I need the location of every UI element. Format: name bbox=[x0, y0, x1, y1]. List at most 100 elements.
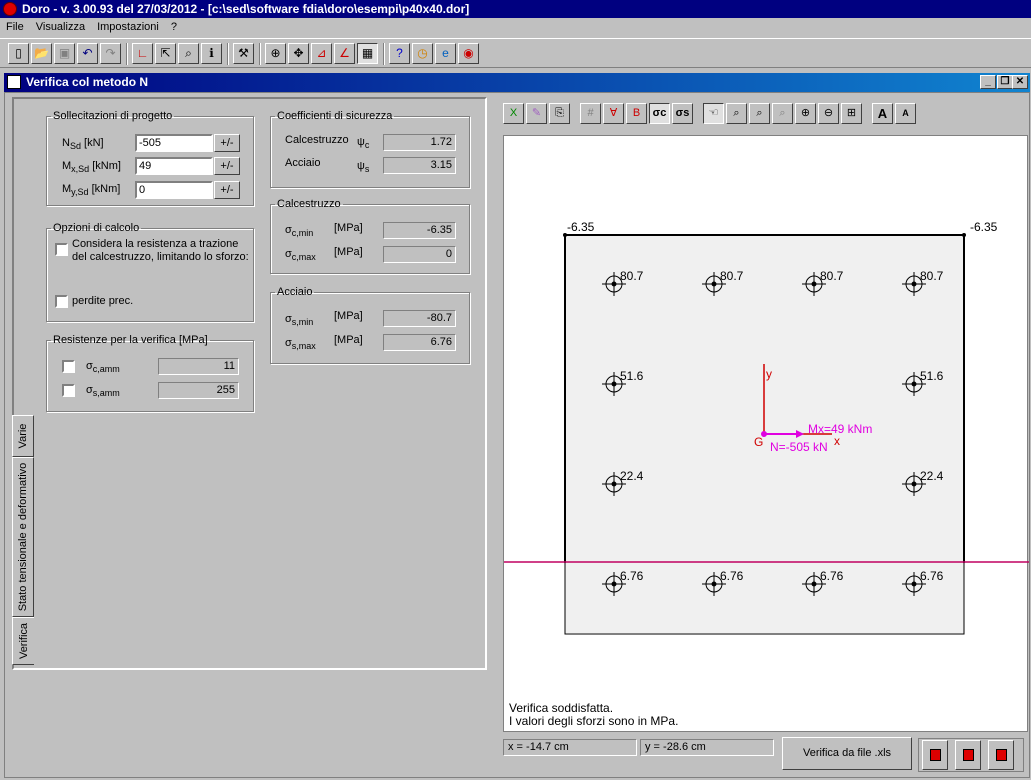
restore-button[interactable]: ❐ bbox=[997, 75, 1013, 89]
verify-from-file-button[interactable]: Verifica da file .xls bbox=[782, 737, 912, 770]
coeff-concrete-label: Calcestruzzo bbox=[285, 134, 349, 146]
sigma-s-max-label: σs,max bbox=[285, 337, 316, 352]
tab-varie[interactable]: Varie bbox=[12, 415, 34, 457]
nav-rotate-icon[interactable] bbox=[955, 740, 981, 770]
child-window-icon bbox=[7, 75, 21, 89]
child-title-bar: Verifica col metodo N _ ❐ ✕ bbox=[4, 73, 1030, 92]
cursor-y-status: y = -28.6 cm bbox=[640, 739, 774, 756]
new-file-icon[interactable]: ▯ bbox=[8, 43, 29, 64]
undo-icon[interactable]: ↶ bbox=[77, 43, 98, 64]
bars-icon[interactable]: B bbox=[626, 103, 647, 124]
minimize-button[interactable]: _ bbox=[980, 75, 996, 89]
verify-icon[interactable]: ⊿ bbox=[311, 43, 332, 64]
about-icon[interactable]: ◉ bbox=[458, 43, 479, 64]
section-icon[interactable]: ∟ bbox=[132, 43, 153, 64]
sigma-s-amm-value: 255 bbox=[158, 382, 239, 399]
steel-legend: Acciaio bbox=[277, 286, 313, 298]
corner-stress-left: -6.35 bbox=[567, 220, 595, 234]
resist-legend: Resistenze per la verifica [MPa] bbox=[53, 334, 208, 346]
loads-legend: Sollecitazioni di progetto bbox=[53, 110, 173, 122]
redo-icon[interactable]: ↷ bbox=[100, 43, 121, 64]
section-drawing: -6.35 -6.35 80.7 80.7 80.7 80.7 51.6 51.6 22.4… bbox=[504, 220, 1029, 635]
section-drawing-area[interactable]: -6.35 -6.35 80.7 80.7 80.7 80.7 51.6 51.6 22.4… bbox=[503, 135, 1029, 732]
mx-sd-sign-button[interactable]: +/- bbox=[214, 157, 240, 175]
web-icon[interactable]: e bbox=[435, 43, 456, 64]
main-toolbar: ▯ 📂 ▣ ↶ ↷ ∟ ⇱ ⌕ ℹ ⚒ ⊕ ✥ ⊿ ∠ ▦ ? ◷ e ◉ bbox=[0, 38, 1031, 68]
rebar-stress-label: 51.6 bbox=[920, 369, 944, 383]
sigma-c-amm-label: σc,amm bbox=[86, 360, 120, 375]
tools-icon[interactable]: ⚒ bbox=[233, 43, 254, 64]
sigma-s-max-unit: [MPa] bbox=[334, 334, 363, 346]
n-sd-input[interactable]: -505 bbox=[135, 134, 213, 152]
check-n-icon[interactable]: ▦ bbox=[357, 43, 378, 64]
clock-icon[interactable]: ◷ bbox=[412, 43, 433, 64]
excel-icon[interactable]: X bbox=[503, 103, 524, 124]
close-button[interactable]: ✕ bbox=[1012, 75, 1028, 89]
coeff-steel-label: Acciaio bbox=[285, 157, 321, 169]
menu-visualizza[interactable]: Visualizza bbox=[30, 18, 91, 37]
sigma-c-icon[interactable]: σc bbox=[649, 103, 670, 124]
tensile-strength-label-2: del calcestruzzo, limitando lo sforzo: bbox=[72, 251, 249, 263]
tab-stato-tensionale[interactable]: Stato tensionale e deformativo bbox=[12, 457, 34, 617]
safety-coeff-legend: Coefficienti di sicurezza bbox=[277, 110, 393, 122]
loads-icon[interactable]: ✥ bbox=[288, 43, 309, 64]
copy-icon[interactable]: ⎘ bbox=[549, 103, 570, 124]
zoom-in-icon[interactable]: ⊕ bbox=[795, 103, 816, 124]
save-icon[interactable]: ▣ bbox=[54, 43, 75, 64]
centroid-label: G bbox=[754, 435, 763, 449]
rebar-stress-label: 80.7 bbox=[720, 269, 744, 283]
select-icon[interactable]: ⇱ bbox=[155, 43, 176, 64]
menu-help[interactable]: ? bbox=[165, 18, 183, 37]
tensile-strength-checkbox[interactable] bbox=[55, 243, 68, 256]
rebar-stress-label: 80.7 bbox=[820, 269, 844, 283]
sigma-s-icon[interactable]: σs bbox=[672, 103, 693, 124]
diagram-icon[interactable]: ∠ bbox=[334, 43, 355, 64]
zoom-extents-icon[interactable]: ⊞ bbox=[841, 103, 862, 124]
nav-down-icon[interactable] bbox=[988, 740, 1014, 770]
moment-label: Mx=49 kNm bbox=[808, 422, 872, 436]
tab-verifica[interactable]: Verifica bbox=[12, 617, 34, 665]
geometry-icon[interactable]: ⊕ bbox=[265, 43, 286, 64]
concrete-legend: Calcestruzzo bbox=[277, 198, 341, 210]
corner-stress-right: -6.35 bbox=[970, 220, 998, 234]
n-sd-sign-button[interactable]: +/- bbox=[214, 134, 240, 152]
psi-c-label: ψc bbox=[357, 136, 370, 151]
zoom-window-icon[interactable]: ⌕ bbox=[726, 103, 747, 124]
mx-sd-input[interactable]: 49 bbox=[135, 157, 213, 175]
zoom-icon[interactable]: ⌕ bbox=[178, 43, 199, 64]
n-sd-label: NSd [kN] bbox=[62, 137, 104, 152]
rebar-stress-label: 51.6 bbox=[620, 369, 644, 383]
zoom-all-icon[interactable]: ⌕ bbox=[749, 103, 770, 124]
info-icon[interactable]: ℹ bbox=[201, 43, 222, 64]
mx-sd-label: Mx,Sd [kNm] bbox=[62, 160, 121, 175]
help-icon[interactable]: ? bbox=[389, 43, 410, 64]
sigma-c-amm-value: 11 bbox=[158, 358, 239, 375]
sigma-s-amm-label: σs,amm bbox=[86, 384, 120, 399]
menu-file[interactable]: File bbox=[0, 18, 30, 37]
prestress-loss-checkbox[interactable] bbox=[55, 295, 68, 308]
grid-icon[interactable]: # bbox=[580, 103, 601, 124]
tensile-strength-label-1: Considera la resistenza a trazione bbox=[72, 238, 239, 250]
x-axis-label: x bbox=[834, 434, 840, 448]
rebar-stress-label: 80.7 bbox=[920, 269, 944, 283]
open-file-icon[interactable]: 📂 bbox=[31, 43, 52, 64]
axial-label: N=-505 kN bbox=[770, 440, 828, 454]
pan-icon[interactable]: ☜ bbox=[703, 103, 724, 124]
neutral-axis-icon[interactable]: ∀ bbox=[603, 103, 624, 124]
rebar-stress-label: 22.4 bbox=[620, 469, 644, 483]
my-sd-label: My,Sd [kNm] bbox=[62, 183, 121, 198]
corner-point-right bbox=[962, 233, 966, 237]
my-sd-input[interactable]: 0 bbox=[135, 181, 213, 199]
brush-icon[interactable]: ✎ bbox=[526, 103, 547, 124]
zoom-previous-icon[interactable]: ⌕ bbox=[772, 103, 793, 124]
sigma-s-amm-checkbox[interactable] bbox=[62, 384, 75, 397]
my-sd-sign-button[interactable]: +/- bbox=[214, 181, 240, 199]
font-larger-icon[interactable]: A bbox=[872, 103, 893, 124]
font-smaller-icon[interactable]: A bbox=[895, 103, 916, 124]
zoom-out-icon[interactable]: ⊖ bbox=[818, 103, 839, 124]
result-message-2: I valori degli sforzi sono in MPa. bbox=[509, 714, 679, 728]
menu-bar: File Visualizza Impostazioni? bbox=[0, 18, 1031, 37]
sigma-c-amm-checkbox[interactable] bbox=[62, 360, 75, 373]
menu-impostazioni[interactable]: Impostazioni bbox=[91, 18, 165, 37]
nav-left-icon[interactable] bbox=[922, 740, 948, 770]
